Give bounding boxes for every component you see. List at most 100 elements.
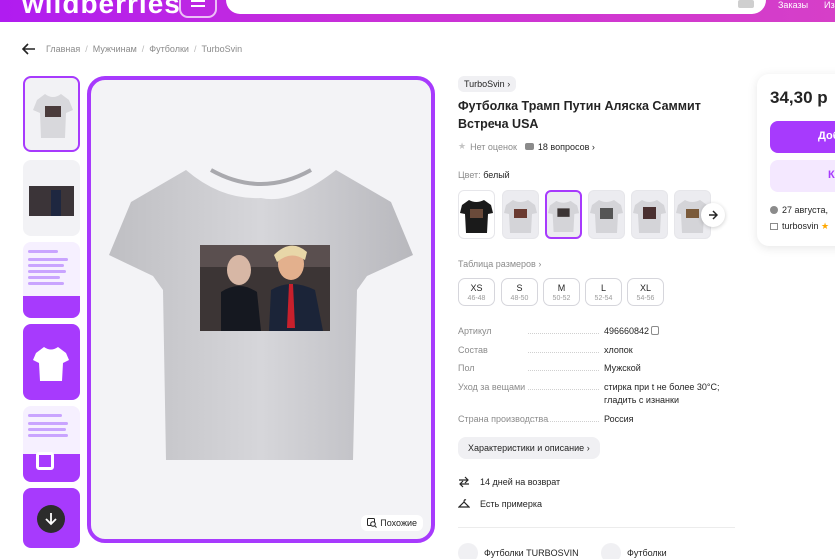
feature-label: Есть примерка bbox=[480, 499, 542, 509]
favorites-link[interactable]: Из bbox=[824, 0, 835, 10]
swatches-next-button[interactable] bbox=[701, 203, 725, 227]
breadcrumb-item[interactable]: Мужчинам bbox=[93, 44, 137, 54]
seller-link[interactable]: turbosvin ★ bbox=[770, 221, 829, 232]
size-option[interactable]: L 52-54 bbox=[585, 278, 622, 306]
feature-return: 14 дней на возврат bbox=[458, 476, 560, 488]
size-option[interactable]: M 50-52 bbox=[543, 278, 580, 306]
similar-label: Похожие bbox=[380, 518, 417, 528]
buy-now-button[interactable]: К bbox=[770, 160, 835, 192]
back-arrow-icon[interactable] bbox=[22, 43, 36, 55]
size-range: 50-52 bbox=[552, 295, 571, 302]
spec-value: хлопок bbox=[604, 345, 633, 355]
spec-label: Состав bbox=[458, 345, 603, 355]
tag-icon bbox=[458, 543, 478, 559]
category-link[interactable]: Футболки TURBOSVIN bbox=[458, 543, 579, 559]
hanger-icon bbox=[458, 499, 470, 508]
breadcrumb-item[interactable]: Главная bbox=[46, 44, 80, 54]
product-title: Футболка Трамп Путин Аляска Саммит Встре… bbox=[458, 99, 701, 131]
color-swatch-selected[interactable] bbox=[545, 190, 582, 239]
color-label: Цвет: белый bbox=[458, 170, 510, 180]
text-line bbox=[28, 250, 58, 253]
text-line bbox=[28, 258, 68, 261]
size-range: 52-54 bbox=[594, 295, 613, 302]
gallery-thumbnail[interactable] bbox=[23, 76, 80, 152]
color-swatch-black[interactable] bbox=[458, 190, 495, 239]
star-icon: ★ bbox=[821, 221, 830, 231]
tshirt-white-image bbox=[504, 200, 537, 233]
purple-strip bbox=[23, 296, 80, 318]
figure-shape bbox=[51, 190, 61, 216]
return-arrows-icon bbox=[459, 476, 469, 488]
text-line bbox=[28, 282, 64, 285]
tshirt-image bbox=[109, 168, 413, 460]
breadcrumb: Главная / Мужчинам / Футболки / TurboSvin bbox=[22, 43, 242, 55]
spec-value: Мужской bbox=[604, 363, 641, 373]
rating-row: ★ Нет оценок 18 вопросов › bbox=[458, 141, 595, 152]
price-card: 34,30 р Доб К 27 августа, turbosvin ★ bbox=[757, 74, 835, 246]
spec-value-article: 496660842 bbox=[604, 325, 739, 338]
size-label: L bbox=[600, 283, 606, 293]
similar-button[interactable]: Похожие bbox=[361, 515, 423, 531]
chevron-right-icon bbox=[709, 210, 718, 220]
text-line bbox=[28, 422, 68, 425]
size-label: XS bbox=[470, 283, 483, 293]
star-icon: ★ bbox=[458, 141, 467, 151]
tshirt-outline-icon bbox=[33, 347, 69, 381]
text-line bbox=[28, 414, 62, 417]
arrow-down-icon bbox=[45, 513, 57, 526]
text-line bbox=[28, 428, 66, 431]
category-label: Футболки bbox=[627, 548, 667, 558]
logo[interactable]: wildberries bbox=[22, 0, 181, 20]
spec-label: Страна производства bbox=[458, 414, 603, 424]
calendar-icon bbox=[770, 206, 778, 214]
color-swatch[interactable] bbox=[502, 190, 539, 239]
feature-label: 14 дней на возврат bbox=[480, 477, 561, 487]
color-swatch[interactable] bbox=[631, 190, 668, 239]
breadcrumb-item[interactable]: Футболки bbox=[149, 44, 189, 54]
size-label: XL bbox=[639, 283, 651, 293]
camera-search-icon[interactable] bbox=[738, 0, 754, 8]
add-to-cart-button[interactable]: Доб bbox=[770, 121, 835, 153]
size-option[interactable]: XS 46-48 bbox=[458, 278, 495, 306]
orders-link[interactable]: Заказы bbox=[778, 0, 808, 10]
spec-value: Россия bbox=[604, 414, 634, 424]
size-option[interactable]: XL 54-56 bbox=[627, 278, 664, 306]
size-label: S bbox=[516, 283, 523, 293]
brand-link[interactable]: TurboSvin › bbox=[458, 76, 517, 92]
color-swatch[interactable] bbox=[588, 190, 625, 239]
size-option[interactable]: S 48-50 bbox=[501, 278, 538, 306]
size-range: 54-56 bbox=[636, 295, 655, 302]
breadcrumb-item[interactable]: TurboSvin bbox=[201, 44, 242, 54]
text-line bbox=[28, 276, 60, 279]
questions-link[interactable]: 18 вопросов › bbox=[538, 142, 595, 152]
tshirt-black-image bbox=[460, 200, 493, 233]
feature-fitting: Есть примерка bbox=[458, 498, 542, 510]
questions-icon bbox=[524, 143, 534, 150]
divider bbox=[458, 527, 735, 528]
spec-label: Артикул bbox=[458, 326, 603, 336]
spec-value: стирка при t не более 30°C; гладить с из… bbox=[604, 382, 720, 405]
text-line bbox=[28, 434, 68, 437]
delivery-date: 27 августа, bbox=[770, 205, 828, 215]
characteristics-button[interactable]: Характеристики и описание › bbox=[458, 437, 600, 459]
tshirt-image bbox=[33, 94, 73, 138]
category-link[interactable]: Футболки bbox=[601, 543, 667, 559]
category-label: Футболки TURBOSVIN bbox=[484, 548, 579, 558]
menu-button[interactable] bbox=[179, 0, 217, 18]
menu-icon bbox=[191, 0, 205, 7]
rating-text: Нет оценок bbox=[470, 141, 517, 152]
gallery-thumbnail[interactable] bbox=[23, 242, 80, 318]
size-table-link[interactable]: Таблица размеров › bbox=[458, 259, 541, 269]
brand-label: TurboSvin bbox=[464, 79, 505, 89]
shop-icon bbox=[770, 223, 778, 230]
gallery-thumbnail[interactable] bbox=[23, 160, 80, 236]
main-product-image[interactable]: Похожие bbox=[87, 76, 435, 543]
copy-icon[interactable] bbox=[651, 326, 660, 335]
spec-label: Уход за вещами bbox=[458, 382, 603, 392]
washing-icon bbox=[36, 452, 54, 470]
gallery-thumbnail[interactable] bbox=[23, 324, 80, 400]
gallery-thumbnail[interactable] bbox=[23, 406, 80, 482]
scroll-down-button[interactable] bbox=[37, 505, 65, 533]
top-header: wildberries Заказы Из bbox=[0, 0, 835, 22]
search-input[interactable] bbox=[226, 0, 766, 14]
